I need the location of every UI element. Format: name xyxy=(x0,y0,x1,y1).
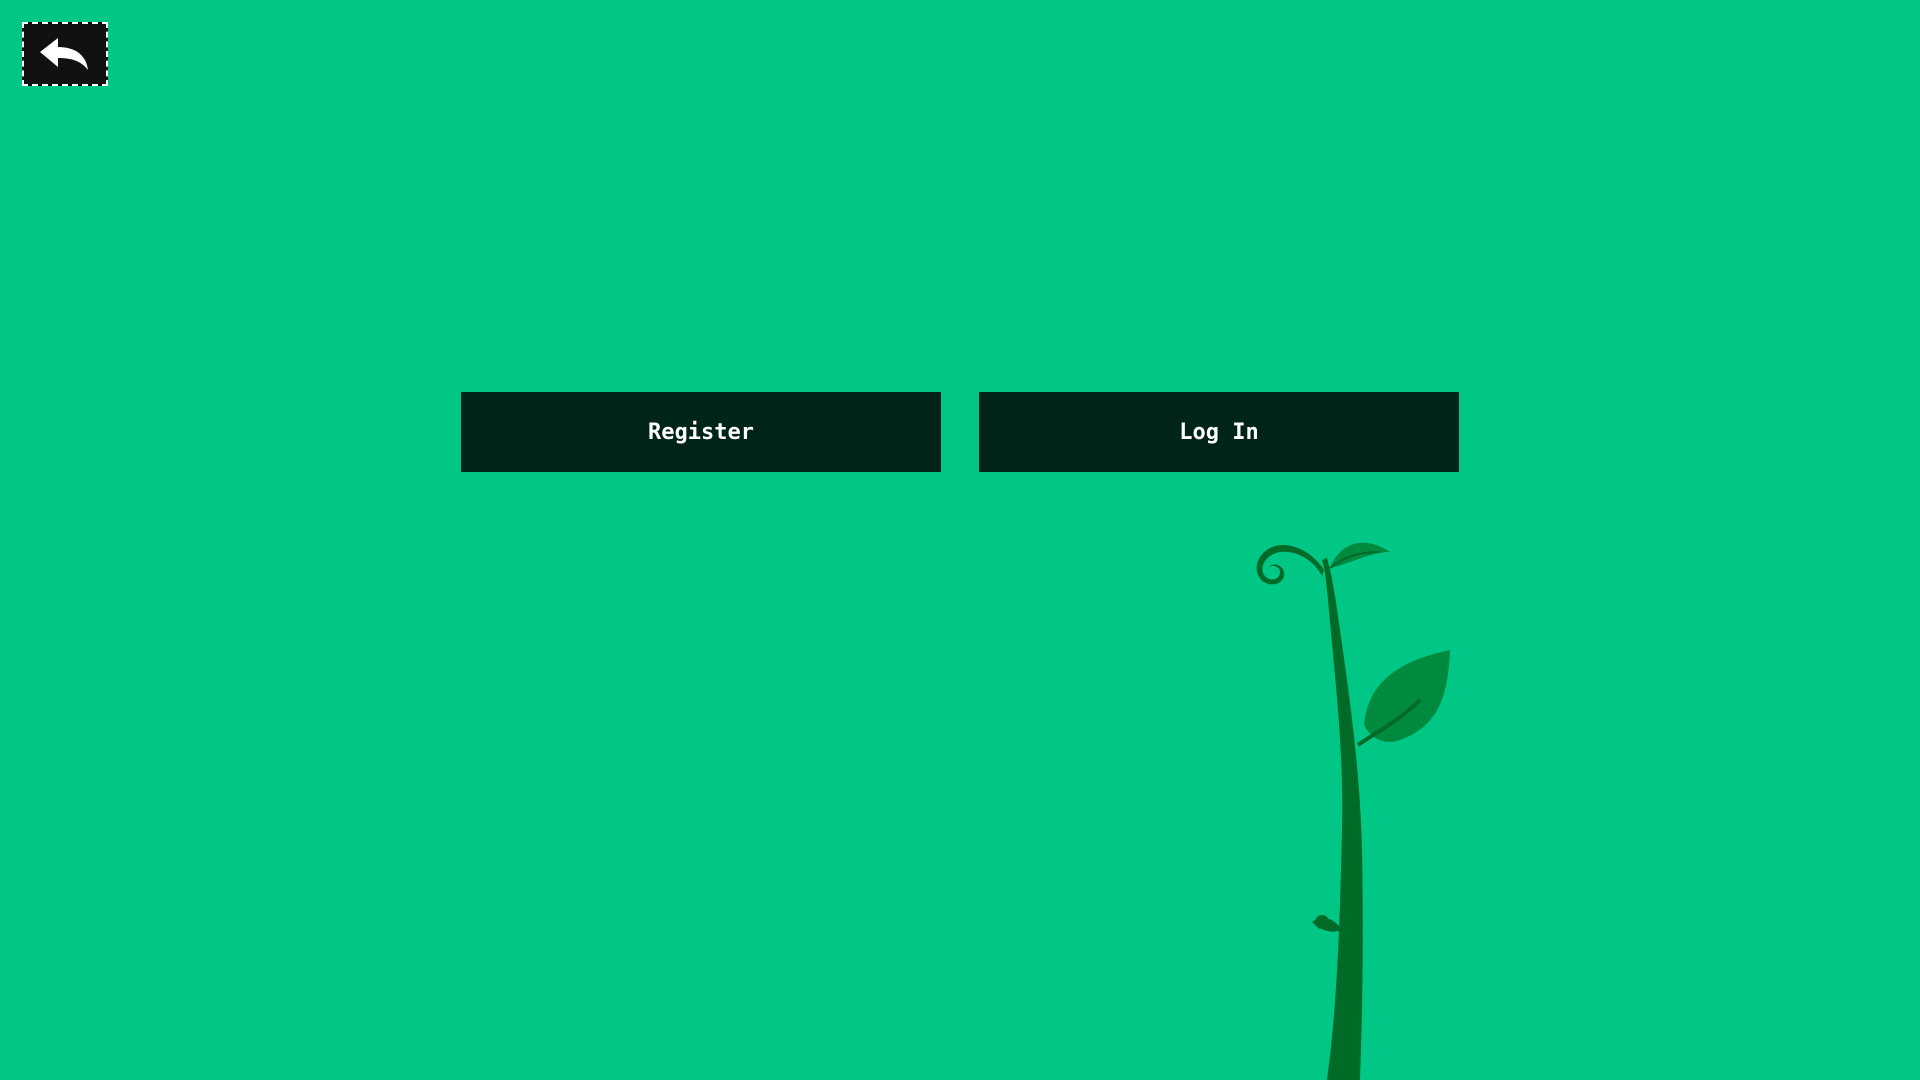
plant-leaf-right xyxy=(1364,650,1450,742)
login-button[interactable]: Log In xyxy=(979,392,1459,472)
plant-leaf-top xyxy=(1330,542,1390,568)
sprout-illustration xyxy=(1256,542,1450,1080)
back-arrow-icon xyxy=(40,38,88,70)
register-button[interactable]: Register xyxy=(461,392,941,472)
back-button[interactable] xyxy=(22,22,108,86)
plant-stem xyxy=(1322,558,1363,1080)
plant-tendril xyxy=(1256,544,1324,585)
login-screen: Register Log In xyxy=(0,0,1920,1080)
